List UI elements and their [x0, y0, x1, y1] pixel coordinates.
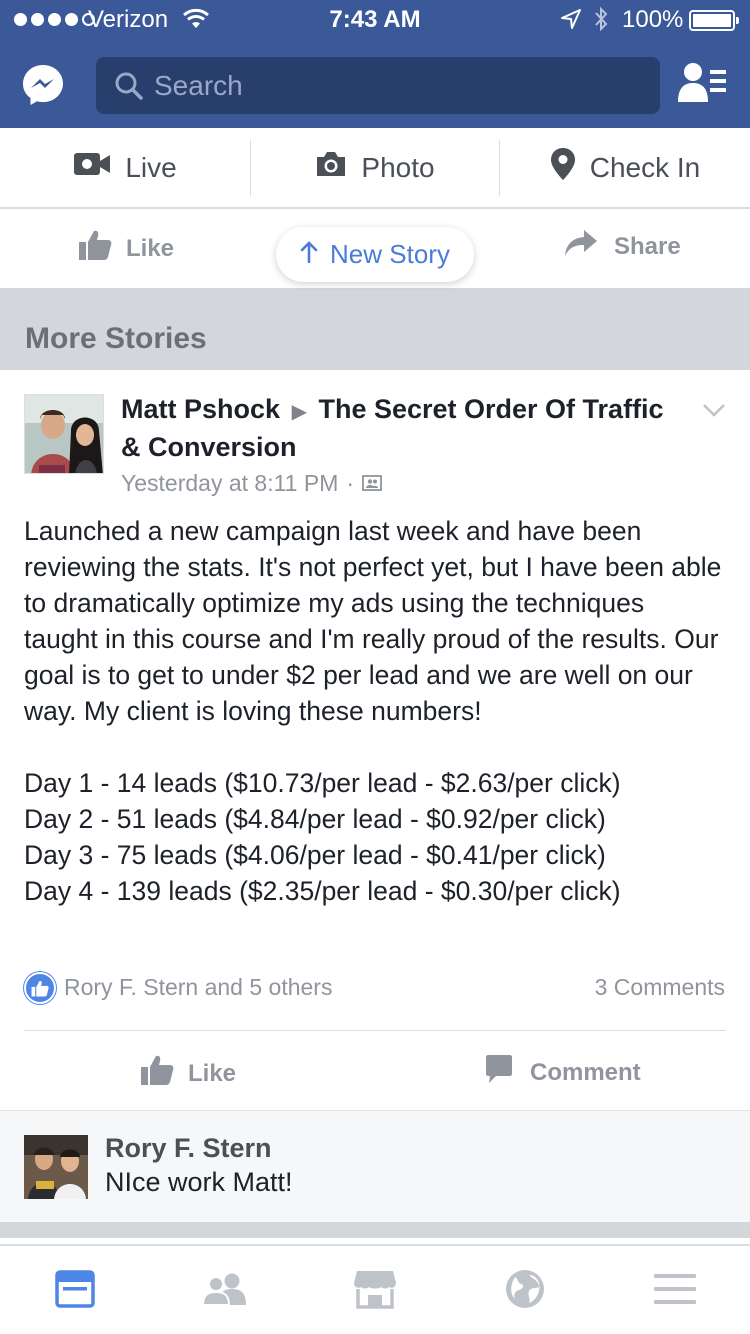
comment-bubble-icon: [484, 1054, 514, 1091]
reactions-names[interactable]: Rory F. Stern and 5 others: [64, 974, 332, 1001]
comment-text: NIce work Matt!: [105, 1167, 293, 1197]
new-story-button[interactable]: New Story: [276, 227, 474, 282]
top-navigation-bar: Verizon 7:43 AM 100% Search: [0, 0, 750, 128]
hamburger-menu-icon: [654, 1273, 696, 1310]
battery-icon: [689, 10, 739, 31]
meta-separator: ·: [346, 470, 355, 496]
chevron-down-icon[interactable]: [702, 402, 726, 423]
like-label: Like: [188, 1059, 237, 1087]
live-button[interactable]: Live: [0, 128, 250, 207]
thumbs-up-icon: [140, 1054, 174, 1093]
group-audience-icon: [362, 470, 382, 497]
status-bar: Verizon 7:43 AM 100%: [0, 0, 750, 40]
more-stories-header: More Stories: [0, 288, 750, 370]
new-story-label: New Story: [330, 239, 450, 269]
like-label: Like: [126, 234, 175, 262]
location-pin-icon: [550, 147, 576, 188]
feed-post: Matt Pshock ▶ The Secret Order Of Traffi…: [0, 370, 750, 1110]
friend-requests-icon[interactable]: [678, 62, 728, 109]
triangle-right-icon: ▶: [291, 401, 307, 423]
section-title: More Stories: [25, 322, 207, 355]
like-button[interactable]: Like: [78, 229, 174, 268]
reactions-summary[interactable]: Rory F. Stern and 5 others 3 Comments: [24, 972, 725, 1008]
tab-menu[interactable]: [650, 1268, 700, 1314]
check-in-label: Check In: [589, 151, 701, 183]
marketplace-icon: [353, 1269, 397, 1314]
tab-friends[interactable]: [200, 1268, 250, 1314]
divider: [24, 1030, 726, 1031]
comment-label: Comment: [530, 1058, 641, 1086]
share-label: Share: [614, 232, 681, 260]
tab-marketplace[interactable]: [350, 1268, 400, 1314]
battery-percentage: 100%: [622, 6, 684, 33]
bluetooth-icon: [593, 6, 609, 39]
comments-count[interactable]: 3 Comments: [595, 974, 725, 1001]
commenter-avatar[interactable]: [24, 1135, 88, 1199]
search-placeholder: Search: [154, 70, 243, 101]
composer-bar: Live Photo Check In: [0, 128, 750, 209]
share-button[interactable]: Share: [564, 229, 681, 264]
post-comment-button[interactable]: Comment: [484, 1054, 641, 1091]
like-reaction-icon: [24, 972, 56, 1004]
check-in-button[interactable]: Check In: [500, 128, 750, 207]
messenger-icon[interactable]: [21, 63, 65, 107]
camera-icon: [315, 150, 347, 185]
comment-preview[interactable]: Rory F. Stern NIce work Matt!: [0, 1110, 750, 1222]
commenter-name[interactable]: Rory F. Stern: [105, 1133, 272, 1164]
author-avatar[interactable]: [24, 394, 104, 474]
tab-news-feed[interactable]: [50, 1268, 100, 1314]
arrow-up-icon: [300, 239, 318, 270]
post-like-button[interactable]: Like: [140, 1054, 236, 1093]
news-feed-icon: [55, 1269, 95, 1313]
share-arrow-icon: [564, 229, 598, 264]
friends-icon: [201, 1272, 248, 1311]
thumbs-up-icon: [78, 229, 112, 268]
post-meta: Yesterday at 8:11 PM ·: [121, 470, 382, 497]
post-body: Launched a new campaign last week and ha…: [24, 516, 722, 906]
location-arrow-icon: [560, 8, 582, 37]
search-input[interactable]: Search: [96, 57, 660, 114]
photo-button[interactable]: Photo: [250, 128, 500, 207]
search-icon: [114, 71, 144, 106]
author-name[interactable]: Matt Pshock: [121, 394, 280, 424]
post-timestamp[interactable]: Yesterday at 8:11 PM: [121, 470, 338, 497]
bottom-tab-bar: [0, 1244, 750, 1334]
globe-icon: [505, 1269, 545, 1314]
video-camera-icon: [73, 151, 111, 184]
photo-label: Photo: [361, 151, 435, 183]
feed-separator: [0, 1222, 750, 1238]
tab-notifications[interactable]: [500, 1268, 550, 1314]
post-header: Matt Pshock ▶ The Secret Order Of Traffi…: [121, 392, 681, 465]
live-label: Live: [125, 151, 177, 183]
